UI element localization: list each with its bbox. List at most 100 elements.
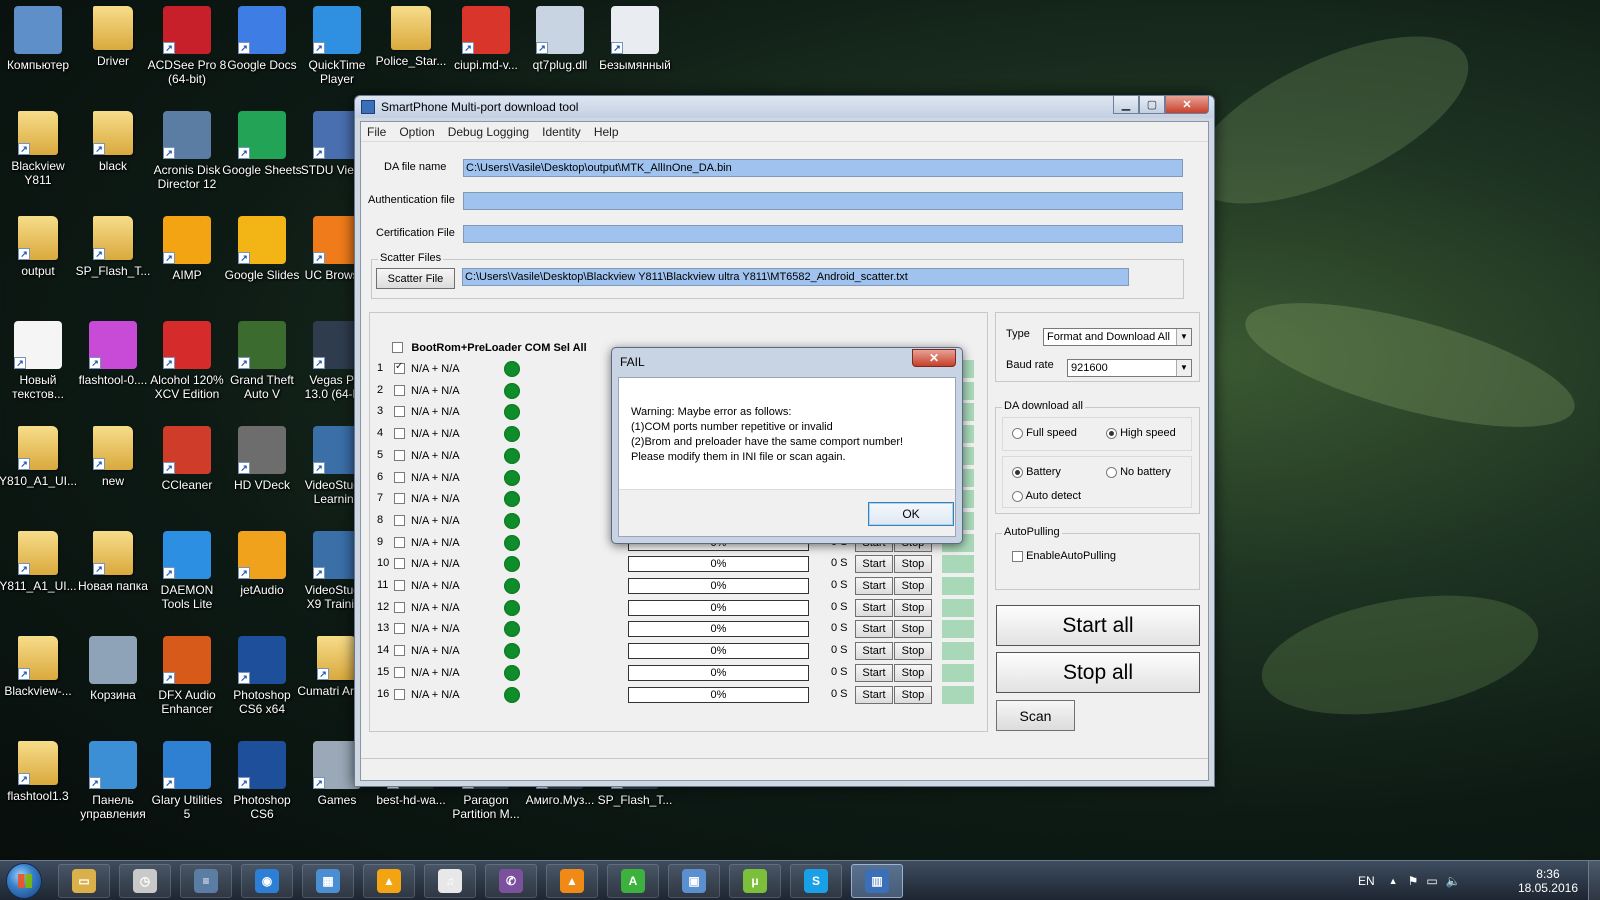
enable-autopulling-checkbox[interactable] xyxy=(1012,550,1023,562)
start-button[interactable] xyxy=(6,863,42,899)
desktop-shortcut[interactable]: ↗ DAEMON Tools Lite xyxy=(149,525,225,625)
com-sel-all[interactable]: BootRom+PreLoader COM Sel All xyxy=(392,340,587,354)
desktop-shortcut[interactable]: ↗ Grand Theft Auto V xyxy=(224,315,300,415)
desktop-shortcut[interactable]: Police_Star... xyxy=(373,0,449,100)
port-checkbox[interactable] xyxy=(394,602,405,613)
desktop-shortcut[interactable]: ↗ Photoshop CS6 xyxy=(224,735,300,835)
port-checkbox[interactable] xyxy=(394,472,405,483)
cert-file-field[interactable] xyxy=(463,225,1183,243)
battery-option[interactable]: Battery xyxy=(1012,466,1061,478)
desktop-shortcut[interactable]: ↗ Glary Utilities 5 xyxy=(149,735,225,835)
auto-detect-radio[interactable] xyxy=(1012,490,1023,502)
clock[interactable]: 8:36 18.05.2016 xyxy=(1518,867,1578,895)
desktop-shortcut[interactable]: ↗ Новая папка xyxy=(75,525,151,625)
menu-help[interactable]: Help xyxy=(594,125,619,139)
desktop-shortcut[interactable]: Корзина xyxy=(75,630,151,730)
desktop-shortcut[interactable]: ↗ HD VDeck xyxy=(224,420,300,520)
taskbar-button[interactable]: ♫ xyxy=(424,864,476,898)
menu-debug-logging[interactable]: Debug Logging xyxy=(448,125,529,139)
stop-all-button[interactable]: Stop all xyxy=(996,652,1200,693)
port-checkbox[interactable] xyxy=(394,361,405,374)
high-speed-radio[interactable] xyxy=(1106,427,1117,439)
desktop-shortcut[interactable]: ↗ flashtool-0.... xyxy=(75,315,151,415)
port-start-button[interactable]: Start xyxy=(855,599,893,617)
maximize-button[interactable]: ▢ xyxy=(1139,96,1165,114)
high-speed-option[interactable]: High speed xyxy=(1106,427,1176,439)
taskbar-button[interactable]: ▥ xyxy=(851,864,903,898)
port-stop-button[interactable]: Stop xyxy=(894,555,932,573)
port-stop-button[interactable]: Stop xyxy=(894,577,932,595)
no-battery-radio[interactable] xyxy=(1106,466,1117,478)
minimize-button[interactable]: ▁ xyxy=(1113,96,1139,114)
desktop-shortcut[interactable]: ↗ DFX Audio Enhancer xyxy=(149,630,225,730)
port-checkbox[interactable] xyxy=(394,580,405,591)
desktop-shortcut[interactable]: ↗ qt7plug.dll xyxy=(522,0,598,100)
port-start-button[interactable]: Start xyxy=(855,620,893,638)
taskbar-button[interactable]: ≡ xyxy=(180,864,232,898)
dialog-close-button[interactable]: ✕ xyxy=(912,349,956,367)
show-desktop-button[interactable] xyxy=(1588,861,1600,900)
taskbar-button[interactable]: ▣ xyxy=(668,864,720,898)
ok-button[interactable]: OK xyxy=(868,502,954,526)
port-start-button[interactable]: Start xyxy=(855,664,893,682)
port-stop-button[interactable]: Stop xyxy=(894,686,932,704)
baud-rate-select[interactable]: 921600 ▼ xyxy=(1067,359,1192,377)
desktop-shortcut[interactable]: ↗ new xyxy=(75,420,151,520)
desktop-shortcut[interactable]: ↗ ACDSee Pro 8 (64-bit) xyxy=(148,0,226,100)
port-start-button[interactable]: Start xyxy=(855,642,893,660)
tray-expand-icon[interactable]: ▲ xyxy=(1389,876,1398,886)
desktop-shortcut[interactable]: ↗ black xyxy=(75,105,151,205)
port-start-button[interactable]: Start xyxy=(855,686,893,704)
desktop-shortcut[interactable]: ↗ Photoshop CS6 x64 xyxy=(224,630,300,730)
type-select[interactable]: Format and Download All ▼ xyxy=(1043,328,1192,346)
taskbar-button[interactable]: ✆ xyxy=(485,864,537,898)
port-checkbox[interactable] xyxy=(394,450,405,461)
menu-option[interactable]: Option xyxy=(399,125,434,139)
desktop-shortcut[interactable]: ↗ AIMP xyxy=(149,210,225,310)
taskbar-button[interactable]: S xyxy=(790,864,842,898)
window-titlebar[interactable]: SmartPhone Multi-port download tool xyxy=(355,96,1214,118)
da-file-field[interactable]: C:\Users\Vasile\Desktop\output\MTK_AllIn… xyxy=(463,159,1183,177)
port-checkbox[interactable] xyxy=(394,558,405,569)
action-center-flag-icon[interactable]: ⚑ xyxy=(1408,874,1419,888)
no-battery-option[interactable]: No battery xyxy=(1106,466,1171,478)
port-stop-button[interactable]: Stop xyxy=(894,642,932,660)
desktop-shortcut[interactable]: ↗ Безымянный xyxy=(597,0,673,100)
port-start-button[interactable]: Start xyxy=(855,555,893,573)
auth-file-field[interactable] xyxy=(463,192,1183,210)
scatter-file-button[interactable]: Scatter File xyxy=(376,268,455,289)
full-speed-option[interactable]: Full speed xyxy=(1012,427,1077,439)
desktop-shortcut[interactable]: ↗ flashtool1.3 xyxy=(0,735,76,835)
port-checkbox[interactable] xyxy=(394,537,405,548)
desktop-shortcut[interactable]: ↗ CCleaner xyxy=(149,420,225,520)
port-start-button[interactable]: Start xyxy=(855,577,893,595)
taskbar-button[interactable]: ▲ xyxy=(546,864,598,898)
scatter-file-field[interactable]: C:\Users\Vasile\Desktop\Blackview Y811\B… xyxy=(462,268,1129,286)
desktop-shortcut[interactable]: ↗ Blackview Y811 xyxy=(0,105,76,205)
menu-identity[interactable]: Identity xyxy=(542,125,581,139)
taskbar-button[interactable]: ▲ xyxy=(363,864,415,898)
port-stop-button[interactable]: Stop xyxy=(894,599,932,617)
taskbar-button[interactable]: ◷ xyxy=(119,864,171,898)
full-speed-radio[interactable] xyxy=(1012,427,1023,439)
taskbar-button[interactable]: ▭ xyxy=(58,864,110,898)
desktop-shortcut[interactable]: ↗ SP_Flash_T... xyxy=(75,210,151,310)
port-stop-button[interactable]: Stop xyxy=(894,664,932,682)
port-checkbox[interactable] xyxy=(394,645,405,656)
desktop-shortcut[interactable]: ↗ Y810_A1_UI... xyxy=(0,420,77,520)
start-all-button[interactable]: Start all xyxy=(996,605,1200,646)
network-icon[interactable]: ▭ xyxy=(1426,874,1437,888)
desktop-shortcut[interactable]: ↗ Y811_A1_UI... xyxy=(0,525,77,625)
battery-radio[interactable] xyxy=(1012,466,1023,478)
desktop-shortcut[interactable]: ↗ output xyxy=(0,210,76,310)
port-checkbox[interactable] xyxy=(394,515,405,526)
taskbar-button[interactable]: μ xyxy=(729,864,781,898)
menu-file[interactable]: File xyxy=(367,125,386,139)
port-checkbox[interactable] xyxy=(394,493,405,504)
desktop-shortcut[interactable]: Driver xyxy=(75,0,151,100)
enable-autopulling-option[interactable]: EnableAutoPulling xyxy=(1012,550,1116,562)
taskbar-button[interactable]: ◉ xyxy=(241,864,293,898)
language-indicator[interactable]: EN xyxy=(1358,874,1375,888)
scan-button[interactable]: Scan xyxy=(996,700,1075,731)
port-checkbox[interactable] xyxy=(394,667,405,678)
